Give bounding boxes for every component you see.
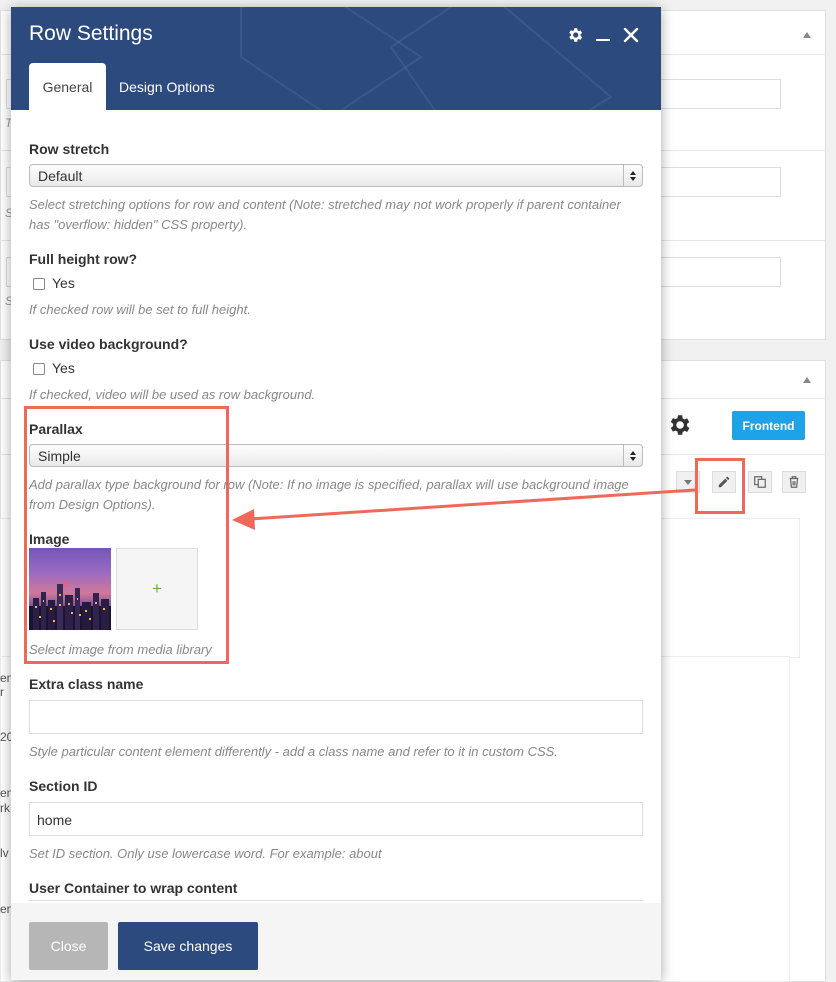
video-background-checkbox[interactable]: [33, 363, 45, 375]
collapse-icon[interactable]: [803, 377, 811, 383]
row-stretch-select[interactable]: Default: [29, 164, 643, 187]
section-id-value: home: [37, 812, 73, 828]
extra-class-input[interactable]: [29, 700, 643, 734]
video-background-label: Use video background?: [29, 336, 188, 352]
full-height-checkbox[interactable]: [33, 278, 45, 290]
gear-icon[interactable]: [563, 23, 587, 47]
minimize-icon[interactable]: [591, 23, 615, 47]
section-id-input[interactable]: home: [29, 802, 643, 836]
background-text-fragment: rk: [0, 801, 10, 815]
modal-header: Row Settings General Design Options: [11, 7, 661, 110]
row-stretch-hint: Select stretching options for row and co…: [29, 197, 621, 232]
close-button[interactable]: Close: [29, 922, 108, 970]
modal-title: Row Settings: [29, 22, 153, 45]
modal-footer: Close Save changes: [11, 903, 661, 980]
container-label: User Container to wrap content: [29, 880, 238, 896]
delete-row-trash-icon[interactable]: [782, 471, 806, 493]
select-arrows-icon: [623, 165, 642, 186]
highlight-box-edit-button: [695, 458, 745, 514]
background-text-fragment: r: [0, 685, 4, 699]
extra-class-label: Extra class name: [29, 676, 144, 692]
extra-class-hint: Style particular content element differe…: [29, 744, 558, 759]
collapse-icon[interactable]: [803, 32, 811, 38]
tab-general[interactable]: General: [29, 63, 106, 110]
section-id-hint: Set ID section. Only use lowercase word.…: [29, 846, 382, 861]
video-background-hint: If checked, video will be used as row ba…: [29, 387, 316, 402]
background-text-fragment: lv: [0, 846, 9, 860]
row-stretch-value: Default: [38, 168, 83, 184]
full-height-hint: If checked row will be set to full heigh…: [29, 302, 251, 317]
video-background-checkbox-label: Yes: [52, 360, 75, 376]
clone-row-icon[interactable]: [748, 471, 772, 493]
tab-design-options[interactable]: Design Options: [111, 63, 223, 110]
frontend-button[interactable]: Frontend: [732, 411, 805, 440]
save-changes-button[interactable]: Save changes: [118, 922, 258, 970]
full-height-label: Full height row?: [29, 251, 138, 267]
settings-gear-icon[interactable]: [666, 412, 692, 438]
highlight-box-parallax-image: [24, 406, 229, 664]
select-arrows-icon: [623, 445, 642, 466]
section-id-label: Section ID: [29, 778, 98, 794]
row-stretch-label: Row stretch: [29, 141, 110, 157]
close-icon[interactable]: [619, 23, 643, 47]
full-height-checkbox-label: Yes: [52, 275, 75, 291]
